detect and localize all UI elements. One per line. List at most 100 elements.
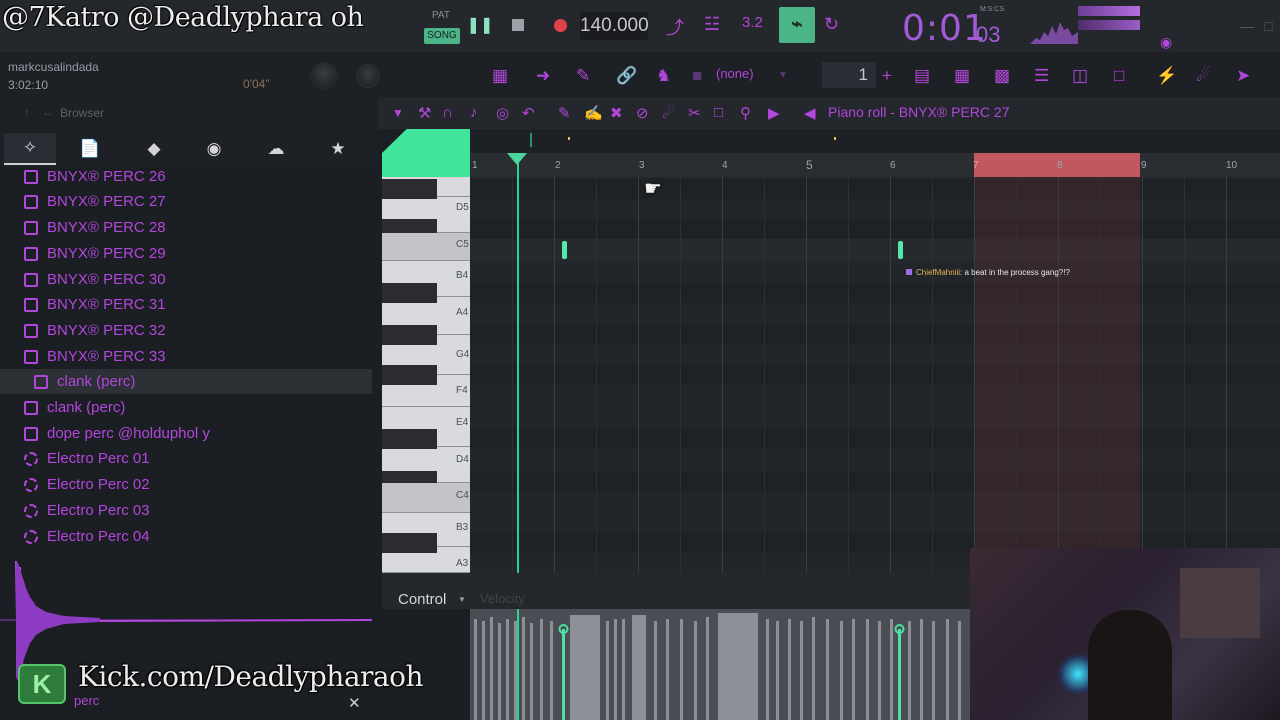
browser-item[interactable]: BNYX® PERC 28 — [0, 215, 372, 240]
browser-item[interactable]: clank (perc) — [0, 395, 372, 420]
speaker-icon[interactable]: ◀ — [804, 104, 816, 122]
browser-item-label: BNYX® PERC 33 — [47, 348, 166, 365]
wrench-icon[interactable]: ⚒ — [418, 104, 431, 122]
minimize-icon[interactable]: — — [1240, 18, 1254, 34]
clear-search-icon[interactable]: ✕ — [348, 694, 361, 712]
mute-tool-icon[interactable]: ⊘ — [636, 104, 649, 122]
link-icon[interactable]: 🔗 — [616, 66, 637, 86]
cloud-icon[interactable]: ➤ — [1236, 66, 1250, 86]
add-pattern-button[interactable]: + — [882, 66, 892, 86]
browser-item[interactable]: BNYX® PERC 30 — [0, 267, 372, 292]
beat-line — [1016, 177, 1017, 573]
browser-item[interactable]: BNYX® PERC 27 — [0, 189, 372, 214]
tab-online[interactable]: ◉ — [188, 133, 240, 165]
pattern-number[interactable]: 1 — [822, 62, 876, 88]
magnet-icon[interactable]: ∩ — [442, 104, 453, 121]
master-pitch-knob[interactable] — [356, 64, 380, 88]
piano-roll-overview[interactable] — [470, 129, 1280, 153]
playlist-icon[interactable]: ▤ — [914, 66, 930, 86]
browser-item-label: BNYX® PERC 28 — [47, 219, 166, 236]
loop-record-icon[interactable]: ↻ — [824, 14, 839, 35]
slice-tool-icon[interactable]: ✂ — [688, 104, 701, 122]
fl-studio-window: PAT SONG ❚❚ 140.000 ⤴ ☳ 3.2 ⌁ ↻ 0:01 03 … — [0, 0, 1280, 720]
file-icon[interactable]: □ — [1114, 66, 1124, 86]
arrow-right-icon[interactable]: ➜ — [536, 66, 550, 86]
tab-cloud[interactable]: ☁ — [250, 133, 302, 165]
lock-icon[interactable]: ■ — [692, 66, 702, 86]
browser-item-label: BNYX® PERC 26 — [47, 168, 166, 185]
chevron-down-icon[interactable]: ▼ — [458, 595, 466, 604]
record-button[interactable] — [548, 12, 572, 38]
tempo-display[interactable]: 140.000 — [580, 12, 649, 40]
browser-icon[interactable]: ◫ — [1072, 66, 1088, 86]
stop-button[interactable] — [506, 12, 530, 38]
menu-arrow-icon[interactable]: ▼ — [392, 106, 404, 120]
wait-input-icon[interactable]: ☳ — [704, 14, 720, 35]
beat-line — [512, 177, 513, 573]
snap-icon[interactable]: ▦ — [492, 66, 508, 86]
brush-tool-icon[interactable]: ✍ — [584, 104, 603, 122]
playhead-marker[interactable] — [507, 153, 527, 165]
browser-item[interactable]: BNYX® PERC 32 — [0, 318, 372, 343]
note-c5-1[interactable] — [562, 241, 567, 259]
piano-roll-icon[interactable]: ▦ — [954, 66, 970, 86]
undo-icon[interactable]: ↶ — [522, 104, 535, 122]
pat-song-toggle[interactable]: PAT SONG — [424, 8, 460, 44]
browser-item[interactable]: Electro Perc 01 — [0, 446, 372, 471]
step-edit-value[interactable]: 3.2 — [742, 14, 763, 31]
zoom-tool-icon[interactable]: ⚲ — [740, 104, 751, 122]
master-volume-knob[interactable] — [310, 62, 338, 90]
bar-line — [806, 177, 807, 573]
note-label-b4: B4 — [456, 270, 469, 281]
output-meter-left — [1078, 6, 1140, 16]
typing-keyboard-button[interactable]: ⌁ — [779, 7, 815, 43]
browser-item-selected[interactable]: clank (perc) — [0, 369, 372, 394]
velocity-lane[interactable] — [470, 609, 970, 720]
channel-rack-icon[interactable]: ▩ — [994, 66, 1010, 86]
tab-plugins[interactable]: ◆ — [128, 133, 180, 165]
pat-label[interactable]: PAT — [432, 10, 450, 21]
maximize-icon[interactable]: □ — [1264, 18, 1272, 34]
song-label[interactable]: SONG — [424, 28, 460, 44]
help-icon[interactable]: ☄ — [1196, 66, 1211, 86]
browser-item[interactable]: Electro Perc 02 — [0, 472, 372, 497]
note-icon[interactable]: ♪ — [470, 104, 478, 121]
target-icon[interactable]: ◎ — [496, 104, 509, 122]
pause-button[interactable]: ❚❚ — [467, 12, 494, 38]
time-ruler[interactable]: 1 2 3 4 5 6 7 8 9 10 — [470, 153, 1280, 177]
pattern-select[interactable]: (none) — [716, 66, 754, 81]
tab-favorites[interactable]: ★ — [312, 133, 364, 165]
black-key[interactable] — [382, 429, 437, 449]
browser-forward-icon[interactable]: ← — [42, 105, 54, 119]
search-query-text[interactable]: perc — [74, 693, 99, 708]
browser-item[interactable]: BNYX® PERC 33 — [0, 344, 372, 369]
browser-back-icon[interactable]: ↑ — [24, 105, 30, 119]
browser-item[interactable]: BNYX® PERC 29 — [0, 241, 372, 266]
mixer-icon[interactable]: ☰ — [1034, 66, 1049, 86]
select-tool-icon[interactable]: □ — [714, 104, 723, 121]
note-c5-2[interactable] — [898, 241, 903, 259]
browser-item[interactable]: BNYX® PERC 31 — [0, 292, 372, 317]
tab-all[interactable]: ✧ — [4, 133, 56, 165]
browser-item[interactable]: Electro Perc 04 — [0, 524, 372, 549]
piano-keyboard[interactable]: D5 C5 B4 A4 G4 F4 E4 D4 C4 B3 A3 — [382, 177, 470, 573]
black-key[interactable] — [382, 179, 437, 199]
note-grid[interactable] — [470, 177, 1280, 573]
metronome-icon[interactable]: ⤴ — [666, 14, 684, 40]
piano-roll-title[interactable]: Piano roll - BNYX® PERC 27 — [828, 104, 1010, 120]
browser-item[interactable]: BNYX® PERC 26 — [0, 167, 372, 189]
browser-item[interactable]: dope perc @holduphol y — [0, 421, 372, 446]
delete-tool-icon[interactable]: ✖ — [610, 104, 623, 122]
plugin-icon[interactable]: ⚡ — [1156, 66, 1177, 86]
playback-tool-icon[interactable]: ▶ — [768, 104, 780, 122]
tab-projects[interactable]: 📄 — [64, 133, 116, 165]
slip-tool-icon[interactable]: ☄ — [662, 104, 675, 122]
beat-line — [1184, 177, 1185, 573]
pencil-tool-icon[interactable]: ✎ — [558, 104, 571, 122]
pencil-icon[interactable]: ✎ — [576, 66, 590, 86]
browser-item[interactable]: Electro Perc 03 — [0, 498, 372, 523]
chevron-down-icon[interactable]: ▼ — [778, 70, 788, 81]
stamp-icon[interactable]: ♞ — [656, 66, 671, 86]
control-dropdown[interactable]: Control — [398, 591, 446, 608]
grid-row-dark — [470, 365, 1280, 385]
